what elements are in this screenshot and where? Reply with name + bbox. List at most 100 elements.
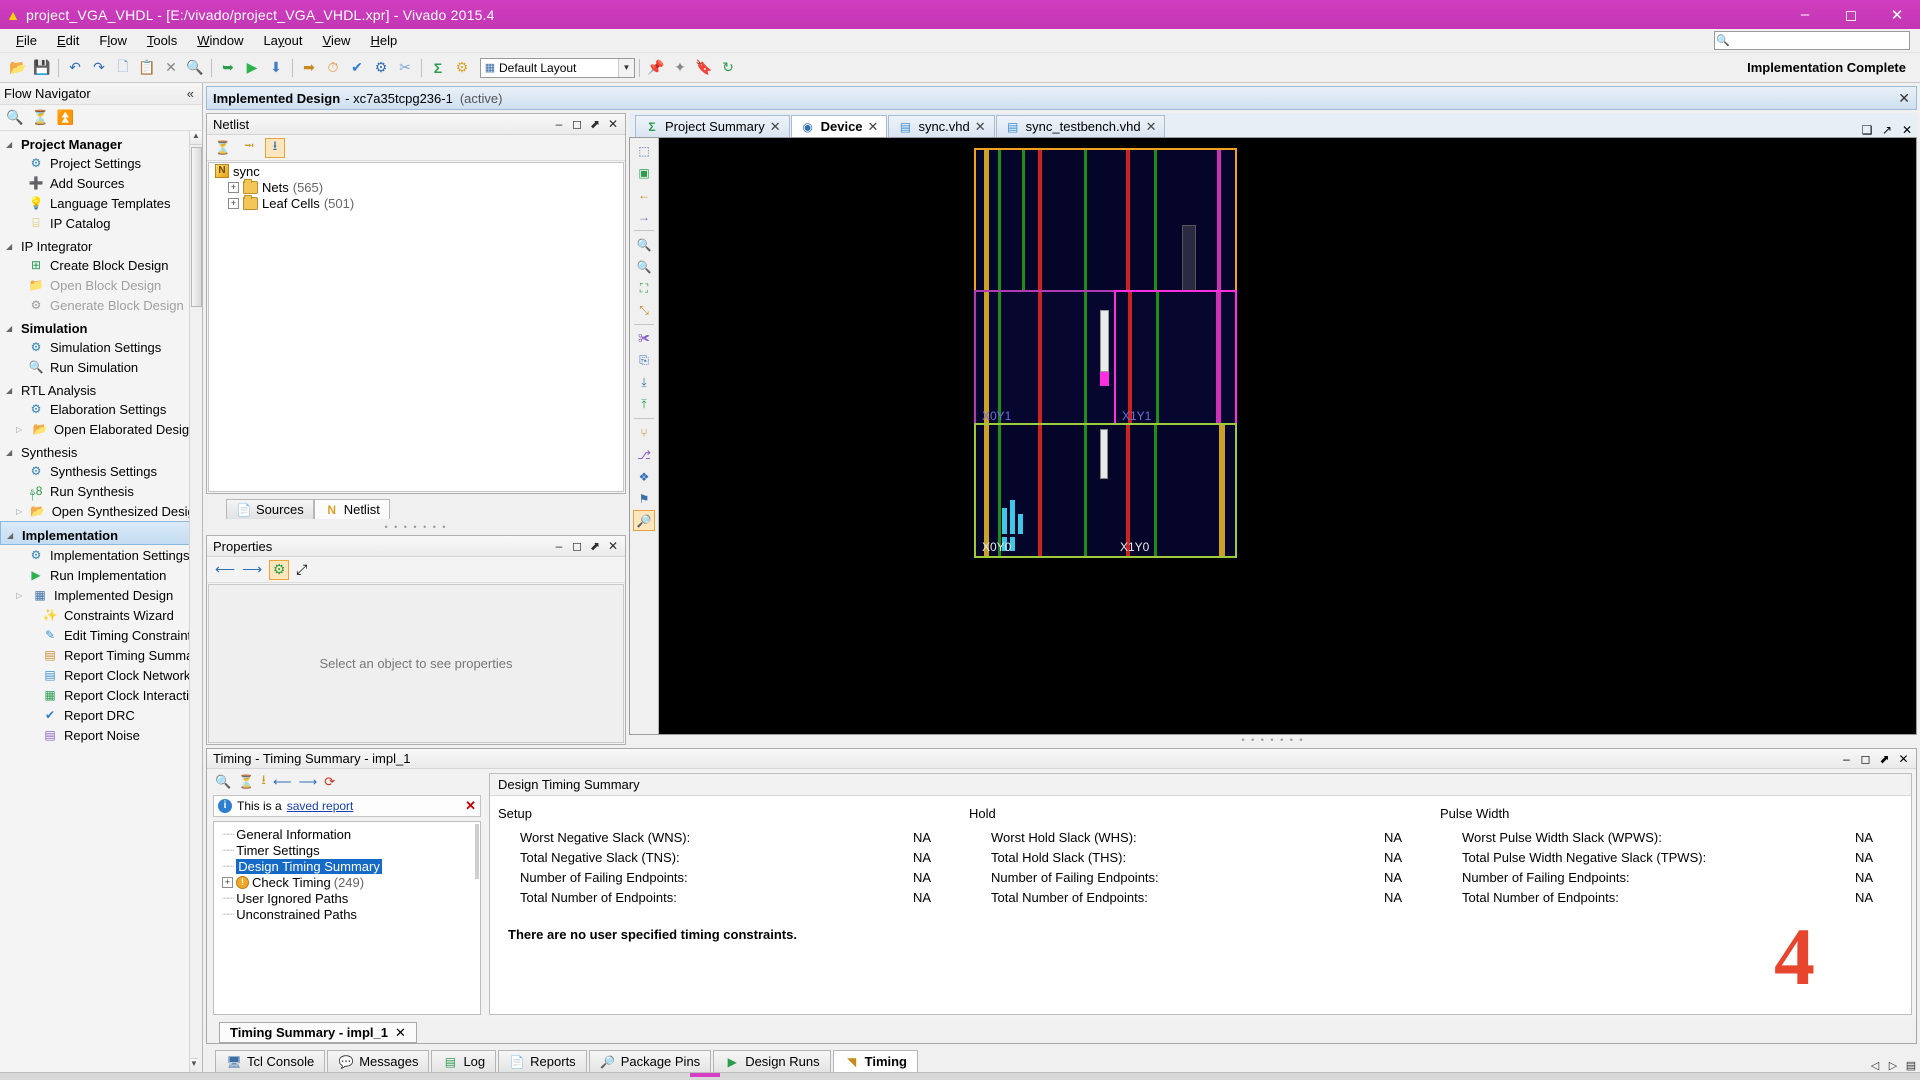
close-icon[interactable]: ✕ (1146, 119, 1157, 135)
menu-edit[interactable]: Edit (47, 30, 89, 51)
run-implementation-icon[interactable]: ▶ (240, 56, 264, 80)
open-project-icon[interactable]: 📂 (6, 56, 30, 80)
menu-flow[interactable]: Flow (89, 30, 136, 51)
zoom-fit-icon[interactable]: ⛶ (633, 278, 655, 299)
expand-all-icon[interactable]: ⭳ (261, 771, 266, 793)
maximize-icon[interactable]: ◻ (568, 117, 586, 131)
collapse-all-icon[interactable]: ⏳ (238, 774, 254, 790)
netlist-tree-row[interactable]: +Leaf Cells(501) (209, 195, 623, 211)
search-icon[interactable]: 🔍 (215, 774, 231, 790)
flow-item-implemented-design[interactable]: ▷▦Implemented Design (0, 585, 202, 605)
collapse-all-icon[interactable]: ⏳ (213, 138, 233, 158)
bottom-tab-reports[interactable]: 📄Reports (498, 1050, 587, 1072)
chevron-right-icon[interactable]: ▷ (16, 591, 26, 600)
close-icon[interactable]: ✕ (1894, 752, 1913, 766)
flow-subitem-report-clock-interaction[interactable]: ▦Report Clock Interaction (0, 685, 202, 705)
expand-plus-icon[interactable]: + (228, 198, 239, 209)
forward-icon[interactable]: ⟶ (299, 774, 318, 790)
flow-item-simulation-settings[interactable]: ⚙Simulation Settings (0, 337, 202, 357)
nav-list-icon[interactable]: ▤ (1902, 1059, 1920, 1072)
netlist-tree-row[interactable]: +Nets(565) (209, 179, 623, 195)
saved-report-link[interactable]: saved report (287, 799, 354, 813)
nav-next-icon[interactable]: ▷ (1884, 1059, 1902, 1072)
flow-item-add-sources[interactable]: ➕Add Sources (0, 173, 202, 193)
tab-netlist[interactable]: NNetlist (314, 499, 390, 519)
chevron-down-icon[interactable]: ▼ (618, 59, 634, 77)
close-icon[interactable]: ✕ (868, 119, 879, 135)
bottom-tab-messages[interactable]: 💬Messages (327, 1050, 429, 1072)
undo-icon[interactable]: ↶ (63, 56, 87, 80)
flow-item-create-block-design[interactable]: ⊞Create Block Design (0, 255, 202, 275)
flow-item-project-settings[interactable]: ⚙Project Settings (0, 153, 202, 173)
minimize-icon[interactable]: – (1837, 752, 1856, 766)
route-icon[interactable]: ⎇ (633, 444, 655, 465)
tab-device[interactable]: ◉Device✕ (791, 115, 888, 137)
find-icon[interactable]: 🔍 (183, 56, 207, 80)
marker-icon[interactable]: ✦ (668, 56, 692, 80)
flow-subitem-report-drc[interactable]: ✔Report DRC (0, 705, 202, 725)
maximize-button[interactable]: ◻ (1828, 0, 1874, 29)
bottom-tab-timing[interactable]: ◥Timing (833, 1050, 918, 1072)
search-input[interactable] (1731, 35, 1909, 47)
chevron-down-icon[interactable]: ◢ (6, 448, 16, 457)
chevron-right-icon[interactable]: ▷ (16, 507, 24, 516)
timing-report-tree[interactable]: ┈┈General Information┈┈Timer Settings┈┈D… (213, 821, 481, 1015)
close-icon[interactable]: ✕ (604, 539, 622, 553)
properties-icon[interactable]: ⚙ (269, 560, 289, 580)
copy-icon[interactable]: 🗋 (111, 56, 135, 80)
flow-item-open-synthesized-design[interactable]: ▷📂Open Synthesized Design (0, 501, 202, 521)
menu-tools[interactable]: Tools (137, 30, 187, 51)
zoom-area-icon[interactable]: ▣ (633, 162, 655, 183)
chevron-down-icon[interactable]: ◢ (6, 140, 16, 149)
timing-tree-row[interactable]: ┈┈Design Timing Summary (222, 858, 480, 874)
netlist-tree[interactable]: Nsync+Nets(565)+Leaf Cells(501) (208, 162, 624, 492)
close-icon[interactable]: ✕ (1897, 123, 1917, 137)
timing-tree-row[interactable]: ┈┈General Information (222, 826, 480, 842)
flow-item-synthesis-settings[interactable]: ⚙Synthesis Settings (0, 461, 202, 481)
float-icon[interactable]: ↗ (1877, 123, 1897, 137)
back-icon[interactable]: ⟵ (273, 774, 292, 790)
forward-icon[interactable]: → (633, 206, 655, 227)
auto-update-icon[interactable]: ⭳ (265, 138, 285, 158)
close-icon[interactable]: ✕ (604, 117, 622, 131)
close-button[interactable]: ✕ (1874, 0, 1920, 29)
mark-icon[interactable]: ⚑ (633, 488, 655, 509)
scrollbar-thumb[interactable] (475, 824, 479, 879)
tab-sync-vhd[interactable]: ▤sync.vhd✕ (888, 115, 994, 137)
scroll-down-icon[interactable]: ▼ (190, 1058, 198, 1072)
clock-region-x1y1[interactable]: X1Y1 (1114, 290, 1237, 427)
device-splitter-handle[interactable]: • • • • • • • (629, 735, 1917, 745)
minimize-button[interactable]: – (1782, 0, 1828, 29)
quick-search[interactable]: 🔍 (1714, 31, 1910, 50)
report-noise-icon[interactable]: Σ (426, 56, 450, 80)
pointer-icon[interactable]: ⤢ (296, 561, 307, 578)
close-icon[interactable]: ✕ (975, 119, 986, 135)
close-icon[interactable]: ✕ (465, 798, 476, 814)
back-icon[interactable]: ← (633, 184, 655, 205)
flow-subitem-edit-timing-constraints[interactable]: ✎Edit Timing Constraints (0, 625, 202, 645)
timing-tree-row[interactable]: +!Check Timing(249) (222, 874, 480, 890)
flow-item-language-templates[interactable]: 💡Language Templates (0, 193, 202, 213)
minimize-icon[interactable]: – (550, 117, 568, 131)
drc-marker-icon[interactable]: 🔎 (633, 510, 655, 531)
redo-icon[interactable]: ↷ (87, 56, 111, 80)
report-power-icon[interactable]: ✂ (393, 56, 417, 80)
flow-item-run-synthesis[interactable]: န8Run Synthesis (0, 481, 202, 501)
minimize-icon[interactable]: – (550, 539, 568, 553)
collapse-all-icon[interactable]: ⏳ (31, 109, 48, 126)
report-utilization-icon[interactable]: ⚙ (369, 56, 393, 80)
layout-selector[interactable]: ▦ Default Layout ▼ (480, 58, 635, 78)
bottom-tab-package-pins[interactable]: 🔎Package Pins (589, 1050, 712, 1072)
expand-plus-icon[interactable]: + (228, 182, 239, 193)
chevron-down-icon[interactable]: ◢ (6, 324, 16, 333)
flow-item-elaboration-settings[interactable]: ⚙Elaboration Settings (0, 399, 202, 419)
menu-view[interactable]: View (313, 30, 361, 51)
flow-subitem-report-clock-networks[interactable]: ▤Report Clock Networks (0, 665, 202, 685)
search-icon[interactable]: 🔍 (6, 109, 23, 126)
chevron-left-double-icon[interactable]: « (187, 86, 198, 101)
select-area-icon[interactable]: ⬚ (633, 140, 655, 161)
paste-cell-icon[interactable]: ⎘ (633, 350, 655, 371)
flow-item-open-elaborated-design[interactable]: ▷📂Open Elaborated Design (0, 419, 202, 439)
chevron-down-icon[interactable]: ◢ (6, 242, 16, 251)
splitter-handle[interactable]: • • • • • • • (206, 522, 626, 532)
